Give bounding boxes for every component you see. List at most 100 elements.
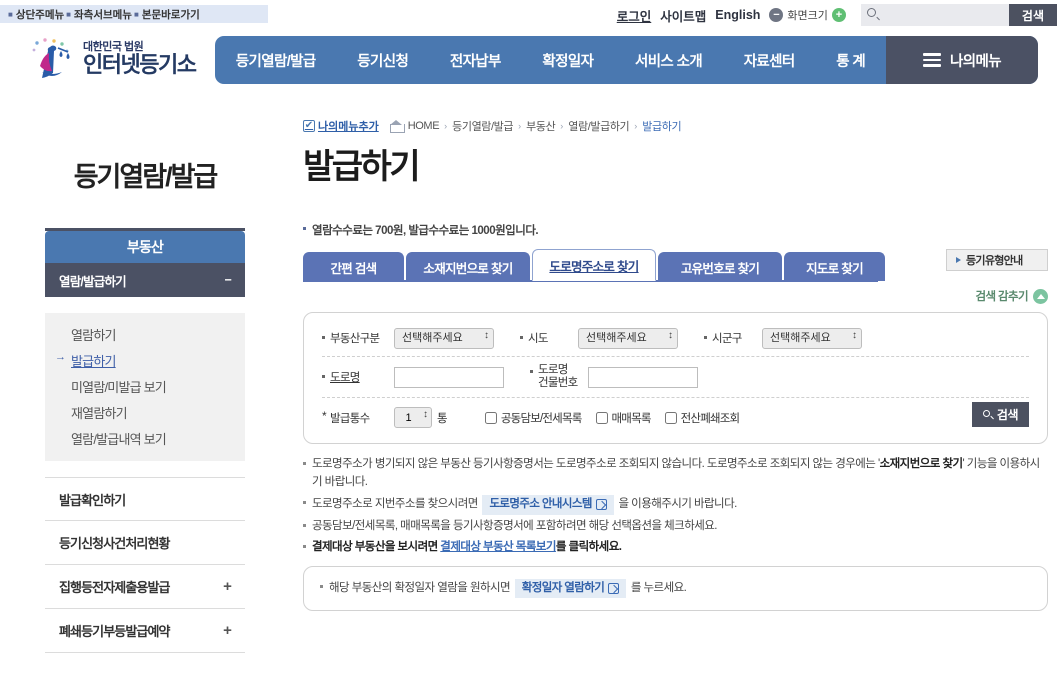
notice-payment-list-p3: 를 클릭하세요. <box>555 540 622 553</box>
checkbox-check-icon: ✔ <box>303 120 315 132</box>
add-to-my-menu-label: 나의메뉴추가 <box>318 121 379 133</box>
bullet-icon: ■ <box>8 9 13 19</box>
select-sigungu[interactable]: 선택해주세요 <box>762 327 862 349</box>
sidebar-item-issue[interactable]: 발급하기 <box>45 347 245 373</box>
checkbox-computerized-closure-label[interactable]: 전산폐쇄조회 <box>681 410 740 426</box>
select-property-type-wrap: 선택해주세요 <box>394 327 494 349</box>
breadcrumb-segment-3[interactable]: 열람/발급하기 <box>568 118 629 134</box>
input-building-number[interactable] <box>588 366 698 388</box>
chevron-right-icon: › <box>518 121 522 131</box>
breadcrumb-segment-2[interactable]: 부동산 <box>526 118 556 134</box>
chevron-right-icon: › <box>560 121 564 131</box>
sidebar-row-label: 폐쇄등기부등발급예약 <box>59 624 171 639</box>
sidebar-item-closed-registry-reservation[interactable]: 폐쇄등기부등발급예약 + <box>45 609 245 653</box>
tab-lot-address[interactable]: 소재지번으로 찾기 <box>406 252 530 281</box>
sidebar-item-view[interactable]: 열람하기 <box>45 321 245 347</box>
input-road-name[interactable] <box>394 366 504 388</box>
sidebar-item-esubmission-issue[interactable]: 집행등전자제출용발급 + <box>45 565 245 609</box>
add-to-my-menu-button[interactable]: ✔ 나의메뉴추가 <box>303 118 379 134</box>
checkbox-computerized-closure-input[interactable] <box>664 411 677 424</box>
submit-search-button[interactable]: 검색 <box>971 402 1029 428</box>
checkbox-computerized-closure[interactable]: 전산폐쇄조회 <box>664 410 740 426</box>
label-copies: 발급통수 <box>322 409 394 426</box>
tab-map-search[interactable]: 지도로 찾기 <box>784 252 885 281</box>
collapse-minus-icon[interactable]: − <box>225 273 232 287</box>
sidebar-item-history[interactable]: 열람/발급내역 보기 <box>45 425 245 451</box>
checkbox-sale-list[interactable]: 매매목록 <box>595 410 652 426</box>
checkbox-sale-list-label[interactable]: 매매목록 <box>612 410 652 426</box>
gnb-item-data-center[interactable]: 자료센터 <box>723 36 816 84</box>
sidebar-item-issue-confirm[interactable]: 발급확인하기 <box>45 477 245 521</box>
label-building-number: 도로명 건물번호 <box>530 364 588 390</box>
gnb-item-registry-apply[interactable]: 등기신청 <box>336 36 429 84</box>
skip-link-top-menu[interactable]: 상단주메뉴 <box>16 7 64 22</box>
search-button[interactable]: 검색 <box>1008 4 1057 26</box>
notice-fixed-date-p1: 해당 부동산의 확정일자 열람을 원하시면 <box>329 581 511 594</box>
notice-fixed-date-p3: 를 누르세요. <box>630 581 687 594</box>
skip-link-side-menu[interactable]: 좌측서브메뉴 <box>74 7 132 22</box>
label-road-name[interactable]: 도로명 <box>322 369 394 385</box>
gnb-item-epayment[interactable]: 전자납부 <box>429 36 522 84</box>
english-link[interactable]: English <box>715 8 760 22</box>
skip-navigation: ■ 상단주메뉴 ■ 좌측서브메뉴 ■ 본문바로가기 <box>0 5 268 23</box>
notice-fixed-date: 해당 부동산의 확정일자 열람을 원하시면 확정일자 열람하기 를 누르세요. <box>320 578 1031 599</box>
checkbox-joint-collateral-input[interactable] <box>484 411 497 424</box>
sidebar-item-case-status[interactable]: 등기신청사건처리현황 <box>45 521 245 565</box>
chevron-right-icon: › <box>444 121 448 131</box>
select-property-type[interactable]: 선택해주세요 <box>394 327 494 349</box>
notice-road-address-emphasis: 소재지번으로 찾기 <box>879 458 963 471</box>
label-building-number-line2: 건물번호 <box>538 377 578 390</box>
gnb-my-menu-button[interactable]: 나의메뉴 <box>885 36 1038 84</box>
login-link[interactable]: 로그인 <box>617 6 652 25</box>
registry-type-guide-button[interactable]: 등기유형안내 <box>946 249 1048 271</box>
expand-plus-icon[interactable]: + <box>223 622 232 639</box>
fee-notice: 열람수수료는 700원, 발급수수료는 1000원입니다. <box>303 222 1048 238</box>
sidebar-group-view-issue[interactable]: 열람/발급하기 − <box>45 263 245 297</box>
payment-target-list-link[interactable]: 결제대상 부동산 목록보기 <box>440 541 556 553</box>
form-row-options: 발급통수 통 공동담보/전세목록 매매목록 전 <box>322 398 1029 429</box>
search-icon <box>866 8 876 17</box>
label-sido: 시도 <box>520 330 578 346</box>
search-input[interactable] <box>860 4 1009 26</box>
checkbox-sale-list-input[interactable] <box>595 411 608 424</box>
sidebar-row-label: 집행등전자제출용발급 <box>59 580 171 595</box>
tab-simple-search[interactable]: 간편 검색 <box>303 252 404 281</box>
notice-address-system-p1: 도로명주소로 지번주소를 찾으시려면 <box>312 498 478 511</box>
site-logo[interactable]: 대한민국 법원 인터넷등기소 <box>28 36 197 82</box>
zoom-in-icon[interactable]: + <box>831 8 846 22</box>
submit-search-label: 검색 <box>996 408 1019 423</box>
gnb-item-service-intro[interactable]: 서비스 소개 <box>614 36 723 84</box>
road-address-system-button[interactable]: 도로명주소 안내시스템 <box>482 495 614 515</box>
search-tabs: 간편 검색 소재지번으로 찾기 도로명주소로 찾기 고유번호로 찾기 지도로 찾… <box>303 249 1048 281</box>
tab-unique-number[interactable]: 고유번호로 찾기 <box>658 252 782 281</box>
page-title: 발급하기 <box>303 148 421 186</box>
gnb-item-registry-view[interactable]: 등기열람/발급 <box>215 36 336 84</box>
breadcrumb-segment-1[interactable]: 등기열람/발급 <box>452 118 513 134</box>
gnb-item-fixed-date[interactable]: 확정일자 <box>522 36 615 84</box>
main-content: 발급하기 열람수수료는 700원, 발급수수료는 1000원입니다. 간편 검색… <box>303 148 1048 612</box>
notice-address-system-p3: 을 이용해주시기 바랍니다. <box>618 498 738 511</box>
chevron-up-icon[interactable] <box>1033 288 1048 304</box>
road-address-system-label: 도로명주소 안내시스템 <box>489 498 592 511</box>
zoom-out-icon[interactable]: − <box>769 8 784 22</box>
gnb-my-menu-label: 나의메뉴 <box>949 53 1002 70</box>
input-copies[interactable] <box>394 407 432 429</box>
hide-search-toggle[interactable]: 검색 감추기 <box>303 288 1048 304</box>
select-sido[interactable]: 선택해주세요 <box>578 327 678 349</box>
sidebar-nav: 부동산 열람/발급하기 − 열람하기 발급하기 미열람/미발급 보기 재열람하기… <box>45 228 245 653</box>
tab-road-address[interactable]: 도로명주소로 찾기 <box>532 249 656 281</box>
gnb-item-statistics[interactable]: 통 계 <box>815 36 886 84</box>
sidebar-item-review[interactable]: 재열람하기 <box>45 399 245 425</box>
unit-copies: 통 <box>437 412 448 425</box>
expand-plus-icon[interactable]: + <box>223 578 232 595</box>
stepper-copies-wrap <box>394 407 432 429</box>
checkbox-joint-collateral-label[interactable]: 공동담보/전세목록 <box>501 410 582 426</box>
fixed-date-view-button[interactable]: 확정일자 열람하기 <box>514 578 627 599</box>
sitemap-link[interactable]: 사이트맵 <box>660 6 706 25</box>
checkbox-joint-collateral[interactable]: 공동담보/전세목록 <box>484 410 582 426</box>
sidebar-item-unviewed[interactable]: 미열람/미발급 보기 <box>45 373 245 399</box>
breadcrumb-home[interactable]: HOME <box>408 120 440 132</box>
skip-link-content[interactable]: 본문바로가기 <box>142 7 200 22</box>
sidebar-category-realestate[interactable]: 부동산 <box>45 231 245 263</box>
home-icon[interactable] <box>389 120 405 133</box>
